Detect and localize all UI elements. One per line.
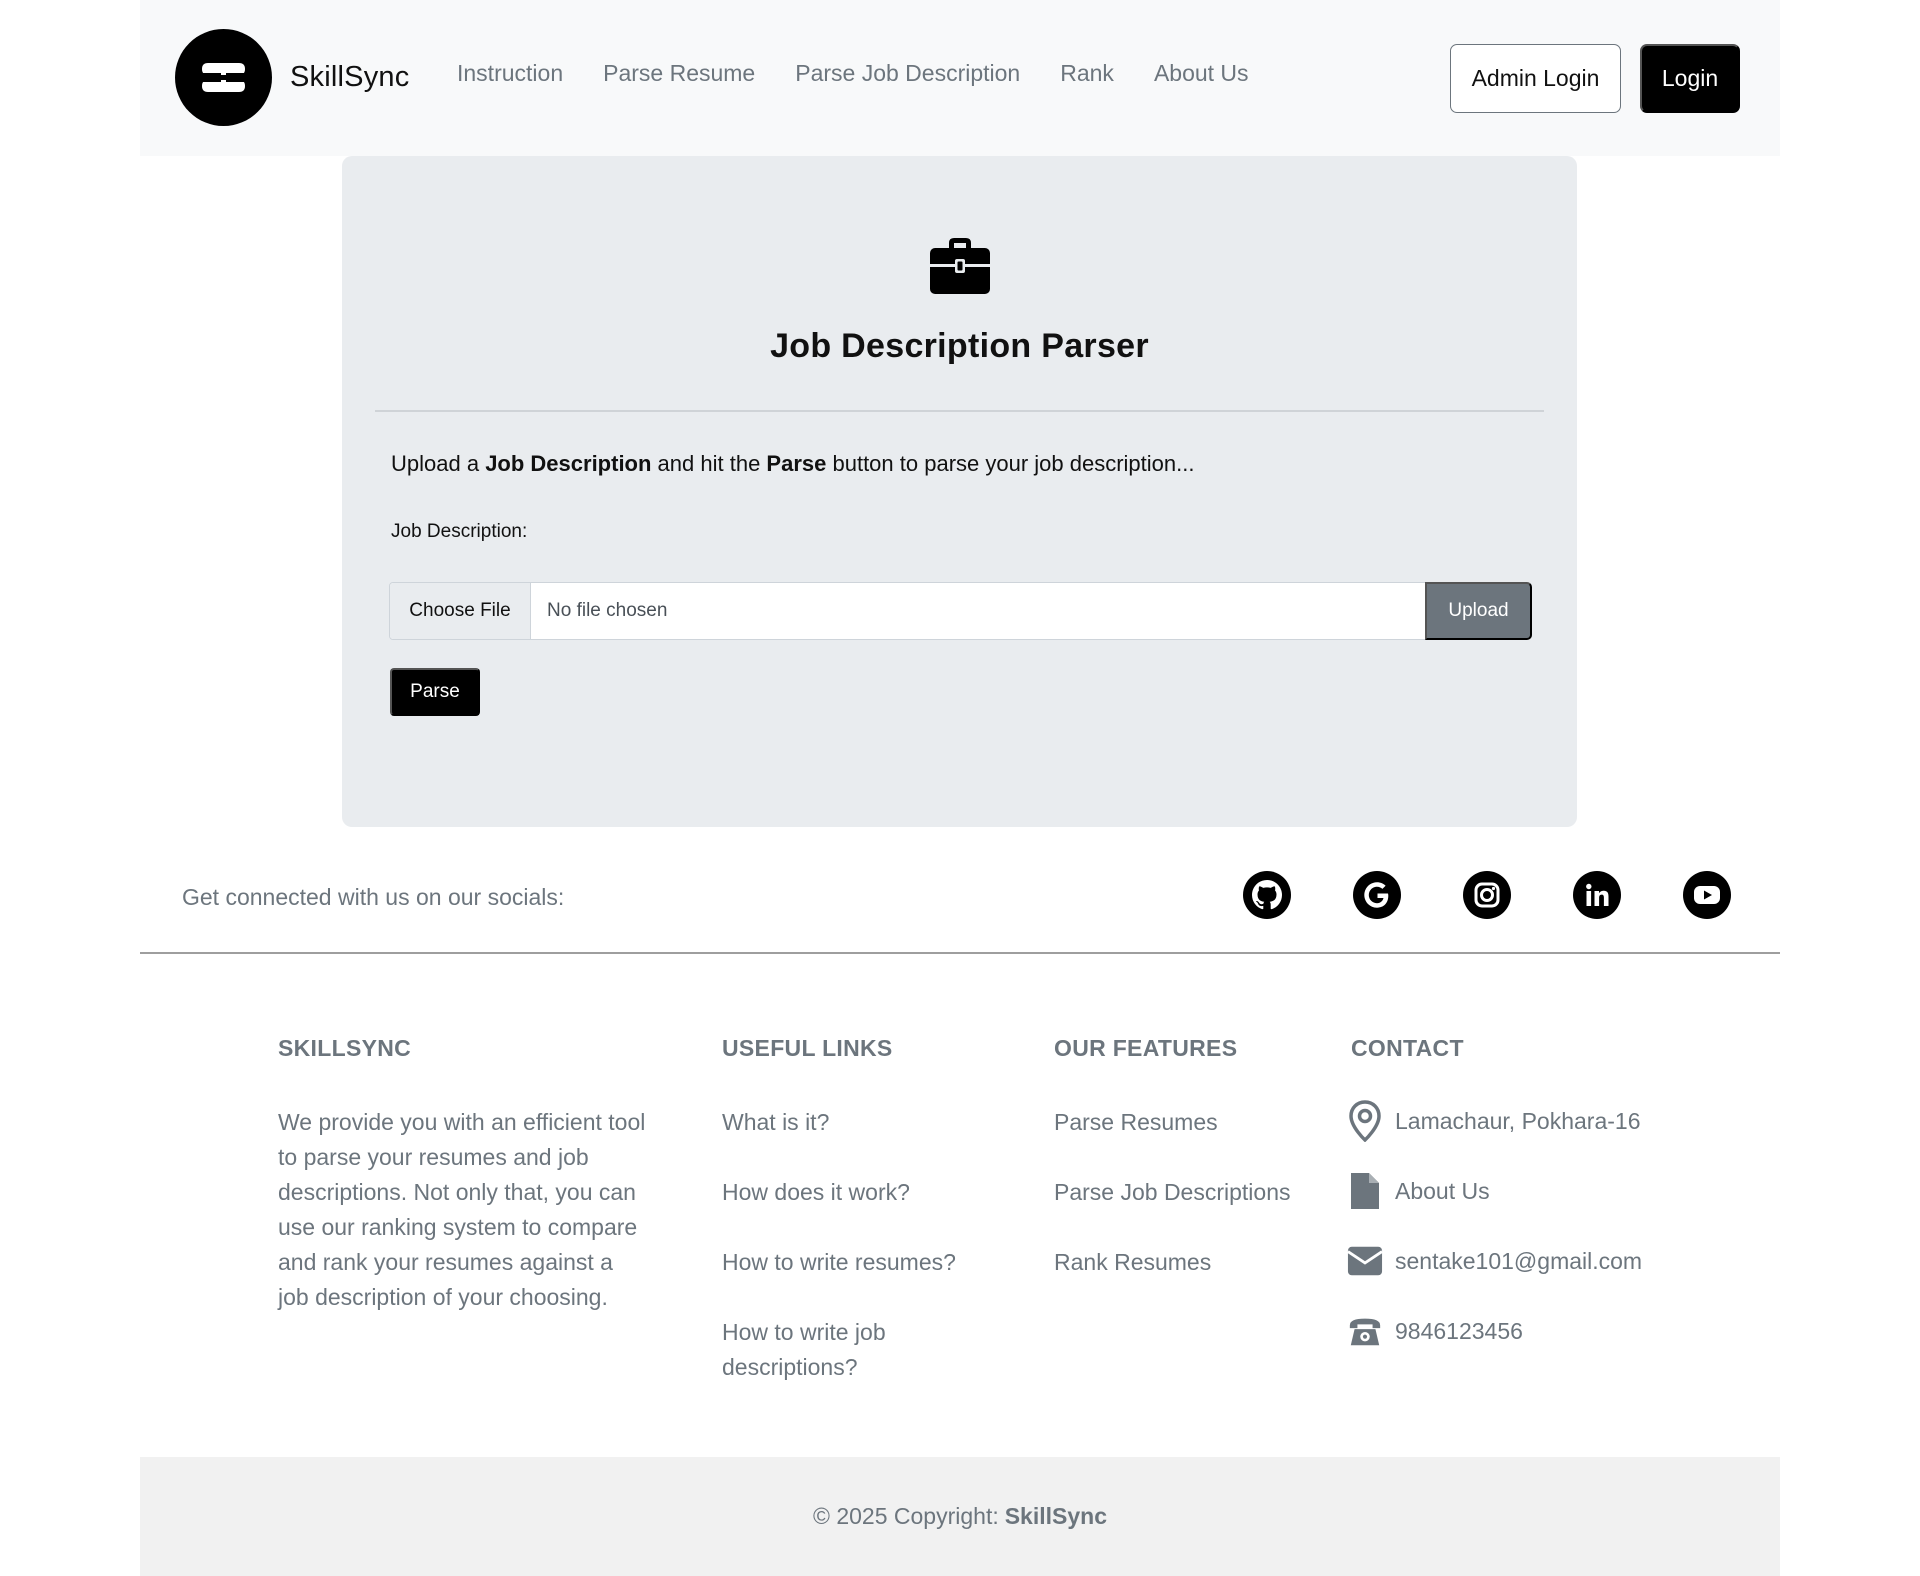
contact-about[interactable]: About Us bbox=[1347, 1171, 1490, 1211]
socials-text: Get connected with us on our socials: bbox=[182, 884, 565, 910]
footer-feature-rank-resumes[interactable]: Rank Resumes bbox=[1054, 1245, 1211, 1280]
intro-emphasis-job-description: Job Description bbox=[485, 451, 652, 476]
footer-link-what-is-it[interactable]: What is it? bbox=[722, 1105, 829, 1140]
nav-link-about-us[interactable]: About Us bbox=[1154, 60, 1249, 87]
envelope-icon bbox=[1347, 1241, 1383, 1281]
parser-card: Job Description Parser Upload a Job Desc… bbox=[342, 156, 1577, 827]
skillsync-logo-icon bbox=[175, 29, 272, 126]
intro-text-part: Upload a bbox=[391, 451, 486, 476]
phone-icon bbox=[1347, 1311, 1383, 1351]
contact-about-text[interactable]: About Us bbox=[1395, 1178, 1490, 1205]
contact-phone[interactable]: 9846123456 bbox=[1347, 1311, 1523, 1351]
job-description-label: Job Description: bbox=[391, 521, 528, 542]
upload-button[interactable]: Upload bbox=[1425, 582, 1532, 640]
brand-link[interactable]: SkillSync bbox=[175, 29, 409, 126]
nav-link-rank[interactable]: Rank bbox=[1060, 60, 1114, 87]
copyright-text: © 2025 Copyright: bbox=[813, 1503, 999, 1529]
intro-emphasis-parse: Parse bbox=[766, 451, 827, 476]
linkedin-icon[interactable] bbox=[1573, 871, 1621, 919]
copyright-bar: © 2025 Copyright: SkillSync bbox=[140, 1457, 1780, 1576]
footer-useful-links-column: USEFUL LINKS What is it? How does it wor… bbox=[722, 1035, 1012, 1380]
footer-useful-links-title: USEFUL LINKS bbox=[722, 1035, 893, 1061]
footer-link-how-to-write-job-descriptions[interactable]: How to write job descriptions? bbox=[722, 1315, 922, 1385]
social-icons bbox=[1243, 871, 1731, 919]
contact-address: Lamachaur, Pokhara-16 bbox=[1347, 1100, 1641, 1142]
page-title: Job Description Parser bbox=[770, 327, 1149, 365]
file-status-text: No file chosen bbox=[547, 600, 668, 621]
contact-email[interactable]: sentake101@gmail.com bbox=[1347, 1241, 1642, 1281]
location-pin-icon bbox=[1347, 1100, 1383, 1142]
footer-feature-parse-resumes[interactable]: Parse Resumes bbox=[1054, 1105, 1218, 1140]
parse-button[interactable]: Parse bbox=[390, 668, 480, 716]
intro-text-part: and hit the bbox=[651, 451, 767, 476]
job-description-file-input[interactable]: Choose File No file chosen bbox=[389, 582, 1431, 640]
footer-link-how-to-write-resumes[interactable]: How to write resumes? bbox=[722, 1245, 956, 1280]
footer-contact-column: CONTACT Lamachaur, Pokhara-16 About Us s… bbox=[1347, 1035, 1677, 1346]
instagram-icon[interactable] bbox=[1463, 871, 1511, 919]
copyright-brand-link[interactable]: SkillSync bbox=[1005, 1503, 1107, 1530]
brand-name: SkillSync bbox=[290, 61, 410, 93]
contact-address-text: Lamachaur, Pokhara-16 bbox=[1395, 1107, 1641, 1134]
contact-email-text[interactable]: sentake101@gmail.com bbox=[1395, 1248, 1642, 1275]
footer-about-text: We provide you with an efficient tool to… bbox=[278, 1109, 646, 1310]
briefcase-icon bbox=[930, 238, 990, 294]
google-icon[interactable] bbox=[1353, 871, 1401, 919]
footer-features-column: OUR FEATURES Parse Resumes Parse Job Des… bbox=[1054, 1035, 1344, 1275]
github-icon[interactable] bbox=[1243, 871, 1291, 919]
socials-divider bbox=[140, 952, 1780, 954]
intro-text-part: button to parse your job description... bbox=[826, 451, 1195, 476]
login-button[interactable]: Login bbox=[1640, 44, 1740, 113]
footer-features-title: OUR FEATURES bbox=[1054, 1035, 1238, 1061]
footer-link-how-does-it-work[interactable]: How does it work? bbox=[722, 1175, 910, 1210]
footer-feature-parse-job-descriptions[interactable]: Parse Job Descriptions bbox=[1054, 1175, 1291, 1210]
footer-about-title: SKILLSYNC bbox=[278, 1035, 412, 1061]
footer-about-column: SKILLSYNC We provide you with an efficie… bbox=[278, 1035, 648, 1310]
document-icon bbox=[1347, 1171, 1383, 1211]
contact-phone-text[interactable]: 9846123456 bbox=[1395, 1318, 1523, 1345]
youtube-icon[interactable] bbox=[1683, 871, 1731, 919]
nav-link-parse-resume[interactable]: Parse Resume bbox=[603, 60, 755, 87]
navbar: SkillSync Instruction Parse Resume Parse… bbox=[140, 0, 1780, 156]
admin-login-button[interactable]: Admin Login bbox=[1450, 44, 1621, 113]
nav-link-parse-job-description[interactable]: Parse Job Description bbox=[795, 60, 1020, 87]
socials-bar: Get connected with us on our socials: bbox=[140, 852, 1780, 952]
choose-file-button[interactable]: Choose File bbox=[390, 583, 531, 639]
nav-links: Instruction Parse Resume Parse Job Descr… bbox=[457, 60, 1249, 87]
footer-contact-title: CONTACT bbox=[1351, 1035, 1464, 1061]
nav-link-instruction[interactable]: Instruction bbox=[457, 60, 563, 87]
intro-text: Upload a Job Description and hit the Par… bbox=[391, 451, 1194, 477]
card-divider bbox=[375, 410, 1544, 412]
